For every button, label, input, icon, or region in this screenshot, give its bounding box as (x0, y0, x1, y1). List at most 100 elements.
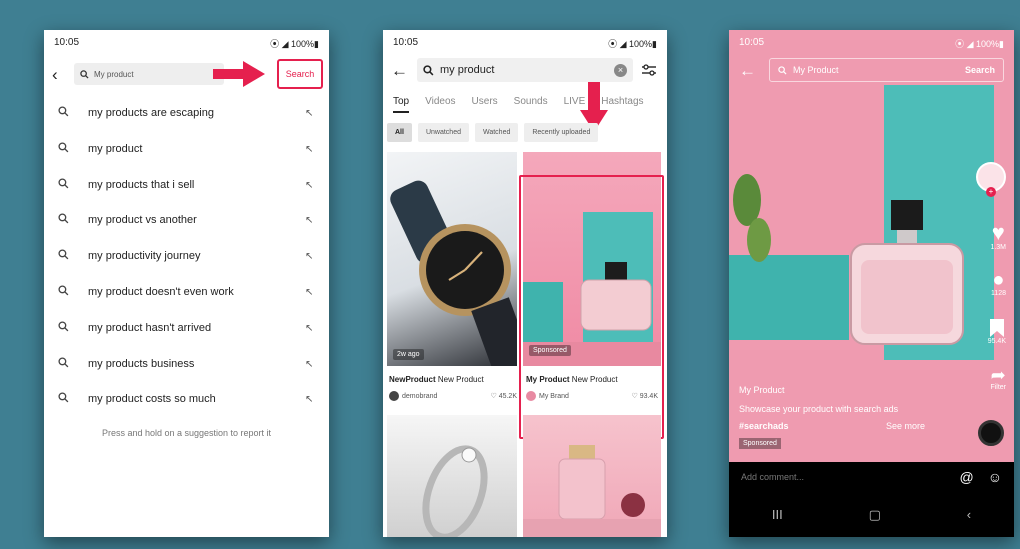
red-arrow-right-icon (213, 61, 265, 87)
suggestion-label: my products are escaping (88, 107, 214, 119)
suggestion-label: my product vs another (88, 214, 197, 226)
bookmark-icon (989, 319, 1004, 337)
watch-image (390, 180, 517, 366)
fill-arrow-icon[interactable]: ↖ (305, 180, 319, 191)
suggestion-label: my product costs so much (88, 393, 216, 405)
search-icon (423, 64, 434, 75)
tab-sounds[interactable]: Sounds (514, 96, 548, 113)
video-thumbnail[interactable] (523, 415, 661, 537)
status-icons: ⦿ ◢ 100%▮ (270, 39, 319, 49)
search-icon (58, 142, 88, 156)
suggestion-item[interactable]: my product doesn't even work ↖ (58, 282, 319, 302)
tab-users[interactable]: Users (472, 96, 498, 113)
filter-unwatched[interactable]: Unwatched (417, 123, 469, 142)
fill-arrow-icon[interactable]: ↖ (305, 251, 319, 262)
suggestion-item[interactable]: my product ↖ (58, 139, 319, 159)
comment-input[interactable]: Add comment... (741, 472, 945, 482)
clear-icon[interactable]: × (614, 63, 627, 77)
emoji-icon[interactable]: ☺ (988, 469, 1002, 485)
fill-arrow-icon[interactable]: ↖ (305, 359, 319, 370)
time-badge: 2w ago (393, 349, 424, 360)
search-input[interactable]: My product (74, 63, 224, 85)
follow-plus-icon[interactable]: + (986, 187, 996, 197)
tab-top[interactable]: Top (393, 96, 410, 113)
suggestion-item[interactable]: my product hasn't arrived ↖ (58, 318, 319, 338)
comment-button[interactable]: ● 1128 (991, 270, 1006, 297)
android-nav-bar: III ▢ ‹ (729, 492, 1014, 537)
search-icon (58, 357, 88, 371)
fill-arrow-icon[interactable]: ↖ (305, 323, 319, 334)
heart-icon: ♥ (991, 220, 1005, 245)
suggestion-label: my product hasn't arrived (88, 322, 212, 334)
creator-avatar[interactable]: + (976, 162, 1006, 197)
back-arrow-icon[interactable]: ← (739, 62, 761, 79)
phone-search-results: 10:05 ⦿ ◢ 100%▮ ← my product × Top Video… (383, 30, 667, 537)
suggestion-label: my product doesn't even work (88, 286, 234, 298)
save-count: 95.4K (987, 338, 1006, 345)
comment-count: 1128 (990, 290, 1006, 297)
suggestion-item[interactable]: my productivity journey ↖ (58, 246, 319, 266)
mention-icon[interactable]: @ (959, 469, 973, 485)
comment-bar: Add comment... @ ☺ (729, 462, 1014, 492)
search-icon (778, 65, 787, 75)
suggestion-item[interactable]: my products business ↖ (58, 354, 319, 374)
filter-recently-uploaded[interactable]: Recently uploaded (524, 123, 599, 142)
highlight-frame (519, 175, 664, 439)
suggestion-item[interactable]: my product costs so much ↖ (58, 389, 319, 409)
tab-videos[interactable]: Videos (425, 96, 455, 113)
jar-image (523, 445, 661, 537)
status-time: 10:05 (54, 37, 80, 48)
like-button[interactable]: ♥ 1.3M (990, 220, 1006, 252)
hashtag-link[interactable]: #searchads (739, 421, 789, 431)
home-icon[interactable]: ▢ (869, 507, 881, 523)
search-input-text: my product (440, 64, 495, 76)
search-input[interactable]: My Product Search (769, 58, 1004, 82)
status-icons: ⦿ ◢ 100%▮ (608, 39, 657, 49)
music-disc-icon[interactable] (978, 420, 1004, 446)
see-more-link[interactable]: See more (886, 421, 925, 431)
author-name[interactable]: demobrand (402, 393, 490, 400)
fill-arrow-icon[interactable]: ↖ (305, 144, 319, 155)
video-thumbnail[interactable] (387, 415, 517, 537)
back-arrow-icon[interactable]: ← (391, 62, 413, 79)
fill-arrow-icon[interactable]: ↖ (305, 394, 319, 405)
status-icons: ⦿ ◢ 100%▮ (955, 39, 1004, 49)
suggestion-item[interactable]: my products are escaping ↖ (58, 103, 319, 123)
filter-sliders-icon[interactable] (641, 63, 657, 77)
search-icon (58, 249, 88, 263)
share-arrow-icon: ➦ (990, 365, 1006, 385)
back-icon[interactable]: ‹ (52, 66, 74, 83)
suggestion-label: my product (88, 143, 143, 155)
fill-arrow-icon[interactable]: ↖ (305, 215, 319, 226)
report-hint: Press and hold on a suggestion to report… (101, 428, 272, 438)
suggestion-label: my products that i sell (88, 179, 195, 191)
search-input-text: My product (94, 69, 134, 79)
account-name[interactable]: My Product (739, 385, 785, 395)
result-tabs: Top Videos Users Sounds LIVE Hashtags (393, 96, 667, 113)
fill-arrow-icon[interactable]: ↖ (305, 108, 319, 119)
avatar[interactable] (389, 391, 399, 401)
like-count: 1.3M (990, 244, 1006, 251)
search-icon (80, 69, 89, 79)
share-label: Filter (990, 384, 1006, 391)
suggestion-item[interactable]: my products that i sell ↖ (58, 175, 319, 195)
search-icon (58, 392, 88, 406)
share-button[interactable]: ➦ Filter (990, 366, 1006, 391)
back-icon[interactable]: ‹ (967, 507, 971, 522)
search-icon (58, 106, 88, 120)
comment-bubble-icon: ● (992, 269, 1005, 291)
recent-apps-icon[interactable]: III (772, 507, 783, 522)
search-button[interactable]: Search (965, 65, 995, 75)
status-time: 10:05 (393, 37, 419, 48)
fill-arrow-icon[interactable]: ↖ (305, 287, 319, 298)
search-bar: ← my product × (391, 58, 657, 82)
filter-watched[interactable]: Watched (474, 123, 519, 142)
filter-all[interactable]: All (387, 123, 412, 142)
search-button[interactable]: Search (277, 59, 323, 89)
search-input[interactable]: my product × (417, 58, 633, 82)
search-input-text: My Product (793, 65, 839, 75)
video-thumbnail[interactable]: 2w ago (387, 152, 517, 366)
suggestion-item[interactable]: my product vs another ↖ (58, 210, 319, 230)
search-icon (58, 321, 88, 335)
save-button[interactable]: 95.4K (988, 318, 1006, 345)
